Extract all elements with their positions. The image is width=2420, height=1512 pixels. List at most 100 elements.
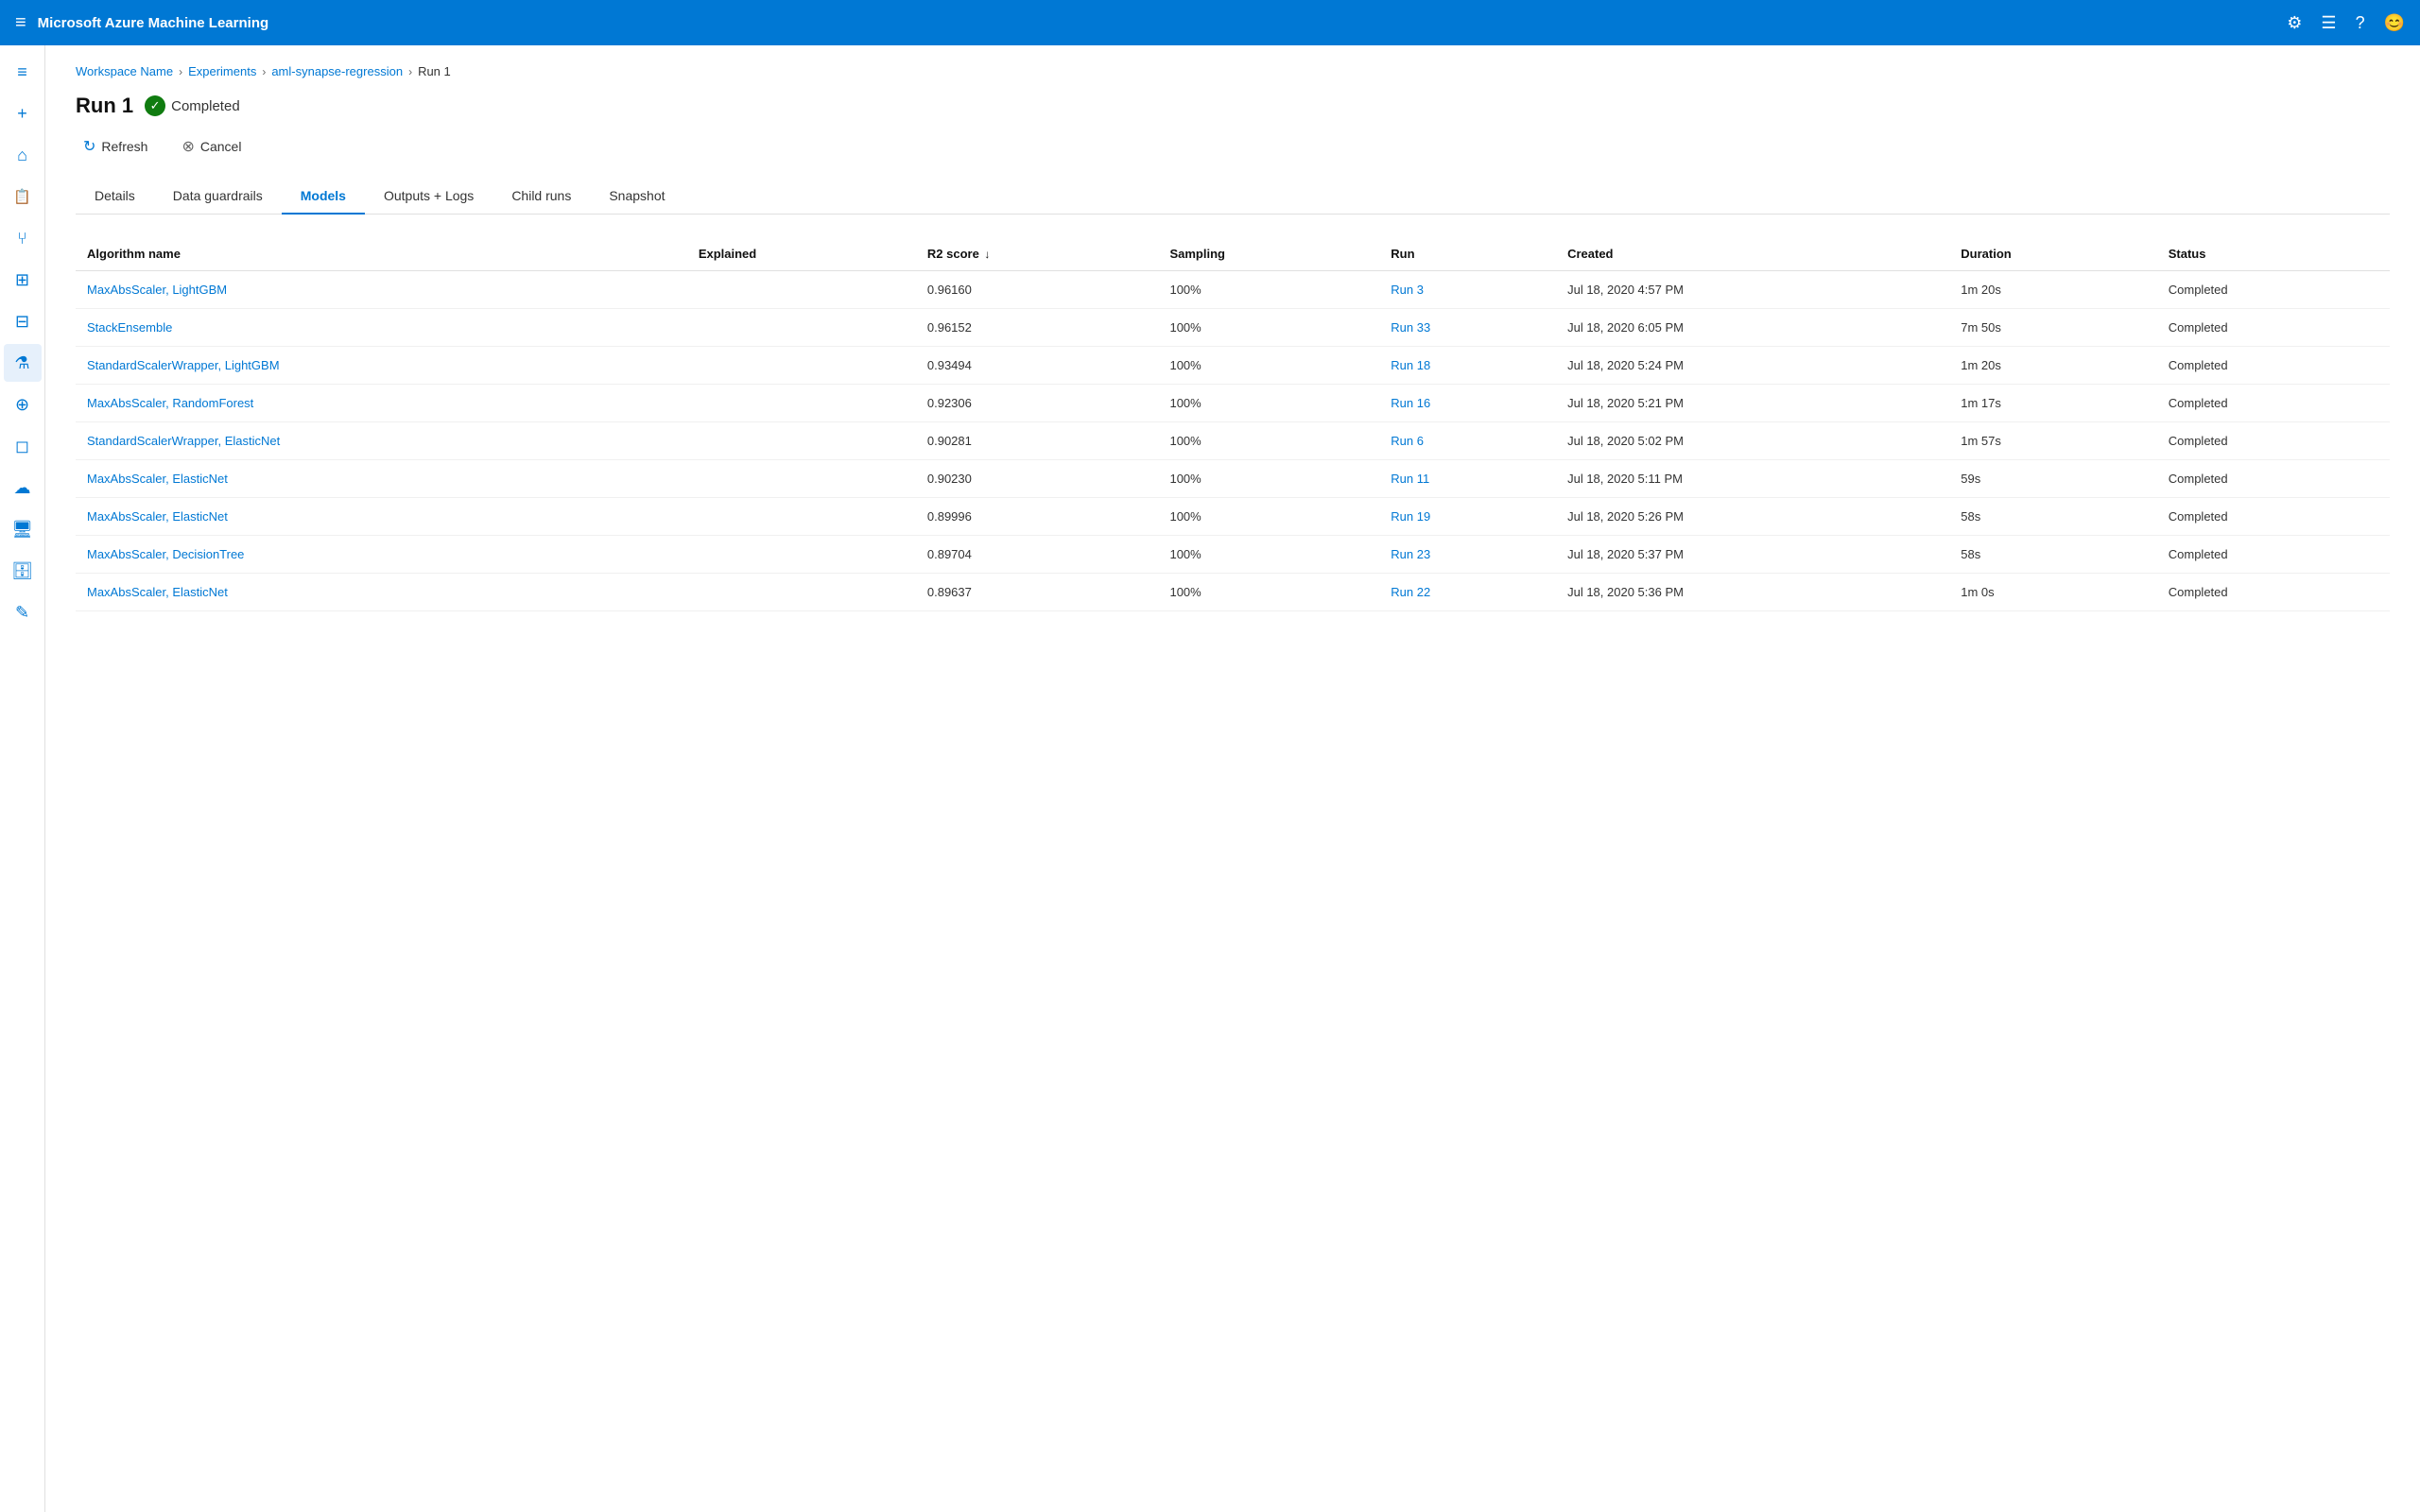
cell-created: Jul 18, 2020 5:11 PM (1556, 460, 1949, 498)
cell-algorithm: StackEnsemble (76, 309, 687, 347)
sidebar-add-icon[interactable]: + (4, 94, 42, 132)
cell-created: Jul 18, 2020 5:21 PM (1556, 385, 1949, 422)
sidebar-lab-icon[interactable]: ⚗ (4, 344, 42, 382)
cell-r2score: 0.89996 (916, 498, 1159, 536)
cell-duration: 7m 50s (1949, 309, 2156, 347)
cell-status: Completed (2157, 385, 2390, 422)
sidebar-cloud-icon[interactable]: ☁ (4, 469, 42, 507)
cell-created: Jul 18, 2020 5:26 PM (1556, 498, 1949, 536)
cell-created: Jul 18, 2020 4:57 PM (1556, 271, 1949, 309)
cancel-icon: ⊗ (182, 137, 194, 156)
sidebar-home-icon[interactable]: ⌂ (4, 136, 42, 174)
cell-r2score: 0.90230 (916, 460, 1159, 498)
cell-r2score: 0.92306 (916, 385, 1159, 422)
cell-sampling: 100% (1158, 271, 1379, 309)
breadcrumb-experiments[interactable]: Experiments (188, 64, 256, 78)
algorithm-link[interactable]: MaxAbsScaler, ElasticNet (87, 585, 228, 599)
sidebar-menu-icon[interactable]: ≡ (4, 53, 42, 91)
tab-outputs-logs[interactable]: Outputs + Logs (365, 179, 493, 215)
algorithm-link[interactable]: MaxAbsScaler, DecisionTree (87, 547, 244, 561)
cell-created: Jul 18, 2020 5:24 PM (1556, 347, 1949, 385)
settings-icon[interactable]: ⚙ (2287, 13, 2302, 33)
cell-status: Completed (2157, 574, 2390, 611)
run-link[interactable]: Run 11 (1391, 472, 1429, 486)
cell-status: Completed (2157, 309, 2390, 347)
cell-duration: 58s (1949, 498, 2156, 536)
breadcrumb-sep-1: › (179, 65, 182, 78)
breadcrumb-workspace[interactable]: Workspace Name (76, 64, 173, 78)
algorithm-link[interactable]: MaxAbsScaler, LightGBM (87, 283, 227, 297)
table-row: MaxAbsScaler, RandomForest0.92306100%Run… (76, 385, 2390, 422)
run-link[interactable]: Run 19 (1391, 509, 1430, 524)
cell-algorithm: MaxAbsScaler, ElasticNet (76, 460, 687, 498)
feedback-icon[interactable]: ☰ (2321, 13, 2336, 33)
sidebar-grid-icon[interactable]: ⊟ (4, 302, 42, 340)
algorithm-link[interactable]: MaxAbsScaler, RandomForest (87, 396, 253, 410)
cell-sampling: 100% (1158, 347, 1379, 385)
account-icon[interactable]: 😊 (2384, 13, 2405, 33)
cell-sampling: 100% (1158, 574, 1379, 611)
algorithm-link[interactable]: StandardScalerWrapper, ElasticNet (87, 434, 280, 448)
cell-created: Jul 18, 2020 5:37 PM (1556, 536, 1949, 574)
sidebar-edit-icon[interactable]: ✎ (4, 593, 42, 631)
run-link[interactable]: Run 6 (1391, 434, 1424, 448)
cell-created: Jul 18, 2020 6:05 PM (1556, 309, 1949, 347)
breadcrumb: Workspace Name › Experiments › aml-synap… (76, 64, 2390, 78)
cell-status: Completed (2157, 536, 2390, 574)
col-status: Status (2157, 237, 2390, 271)
cell-explained (687, 422, 916, 460)
cell-run: Run 16 (1379, 385, 1556, 422)
run-link[interactable]: Run 22 (1391, 585, 1430, 599)
col-duration: Duration (1949, 237, 2156, 271)
tab-data-guardrails[interactable]: Data guardrails (154, 179, 282, 215)
algorithm-link[interactable]: MaxAbsScaler, ElasticNet (87, 509, 228, 524)
hamburger-icon[interactable]: ≡ (15, 12, 26, 34)
sidebar-list-icon[interactable]: 📋 (4, 178, 42, 215)
breadcrumb-experiment-name[interactable]: aml-synapse-regression (271, 64, 403, 78)
run-link[interactable]: Run 18 (1391, 358, 1430, 372)
col-sampling: Sampling (1158, 237, 1379, 271)
run-link[interactable]: Run 23 (1391, 547, 1430, 561)
col-r2score[interactable]: R2 score ↓ (916, 237, 1159, 271)
sidebar-network-icon[interactable]: ⊞ (4, 261, 42, 299)
refresh-label: Refresh (101, 139, 147, 154)
algorithm-link[interactable]: StackEnsemble (87, 320, 172, 335)
cell-status: Completed (2157, 422, 2390, 460)
run-link[interactable]: Run 3 (1391, 283, 1424, 297)
cell-explained (687, 309, 916, 347)
table-row: MaxAbsScaler, LightGBM0.96160100%Run 3Ju… (76, 271, 2390, 309)
cell-r2score: 0.89637 (916, 574, 1159, 611)
run-link[interactable]: Run 16 (1391, 396, 1430, 410)
models-table: Algorithm name Explained R2 score ↓ Samp… (76, 237, 2390, 611)
tab-models[interactable]: Models (282, 179, 365, 215)
sidebar-computer-icon[interactable]: 🖥 (4, 510, 42, 548)
cell-status: Completed (2157, 347, 2390, 385)
cell-run: Run 11 (1379, 460, 1556, 498)
cell-duration: 58s (1949, 536, 2156, 574)
help-icon[interactable]: ? (2356, 13, 2365, 33)
algorithm-link[interactable]: StandardScalerWrapper, LightGBM (87, 358, 280, 372)
col-explained: Explained (687, 237, 916, 271)
sidebar-nodes-icon[interactable]: ⊕ (4, 386, 42, 423)
app-title: Microsoft Azure Machine Learning (38, 15, 268, 31)
sidebar-cube-icon[interactable]: ◻ (4, 427, 42, 465)
sidebar-database-icon[interactable]: 🗄 (4, 552, 42, 590)
run-link[interactable]: Run 33 (1391, 320, 1430, 335)
tab-snapshot[interactable]: Snapshot (590, 179, 683, 215)
cell-algorithm: MaxAbsScaler, ElasticNet (76, 574, 687, 611)
algorithm-link[interactable]: MaxAbsScaler, ElasticNet (87, 472, 228, 486)
cell-created: Jul 18, 2020 5:36 PM (1556, 574, 1949, 611)
cancel-button[interactable]: ⊗ Cancel (174, 133, 249, 160)
breadcrumb-current: Run 1 (418, 64, 451, 78)
sidebar-branch-icon[interactable]: ⑂ (4, 219, 42, 257)
cell-explained (687, 498, 916, 536)
completed-icon: ✓ (145, 95, 165, 116)
refresh-button[interactable]: ↻ Refresh (76, 133, 155, 160)
cell-algorithm: MaxAbsScaler, DecisionTree (76, 536, 687, 574)
main-content: Workspace Name › Experiments › aml-synap… (45, 45, 2420, 1512)
cell-sampling: 100% (1158, 498, 1379, 536)
tab-details[interactable]: Details (76, 179, 154, 215)
tab-child-runs[interactable]: Child runs (493, 179, 590, 215)
cell-created: Jul 18, 2020 5:02 PM (1556, 422, 1949, 460)
cell-algorithm: MaxAbsScaler, RandomForest (76, 385, 687, 422)
